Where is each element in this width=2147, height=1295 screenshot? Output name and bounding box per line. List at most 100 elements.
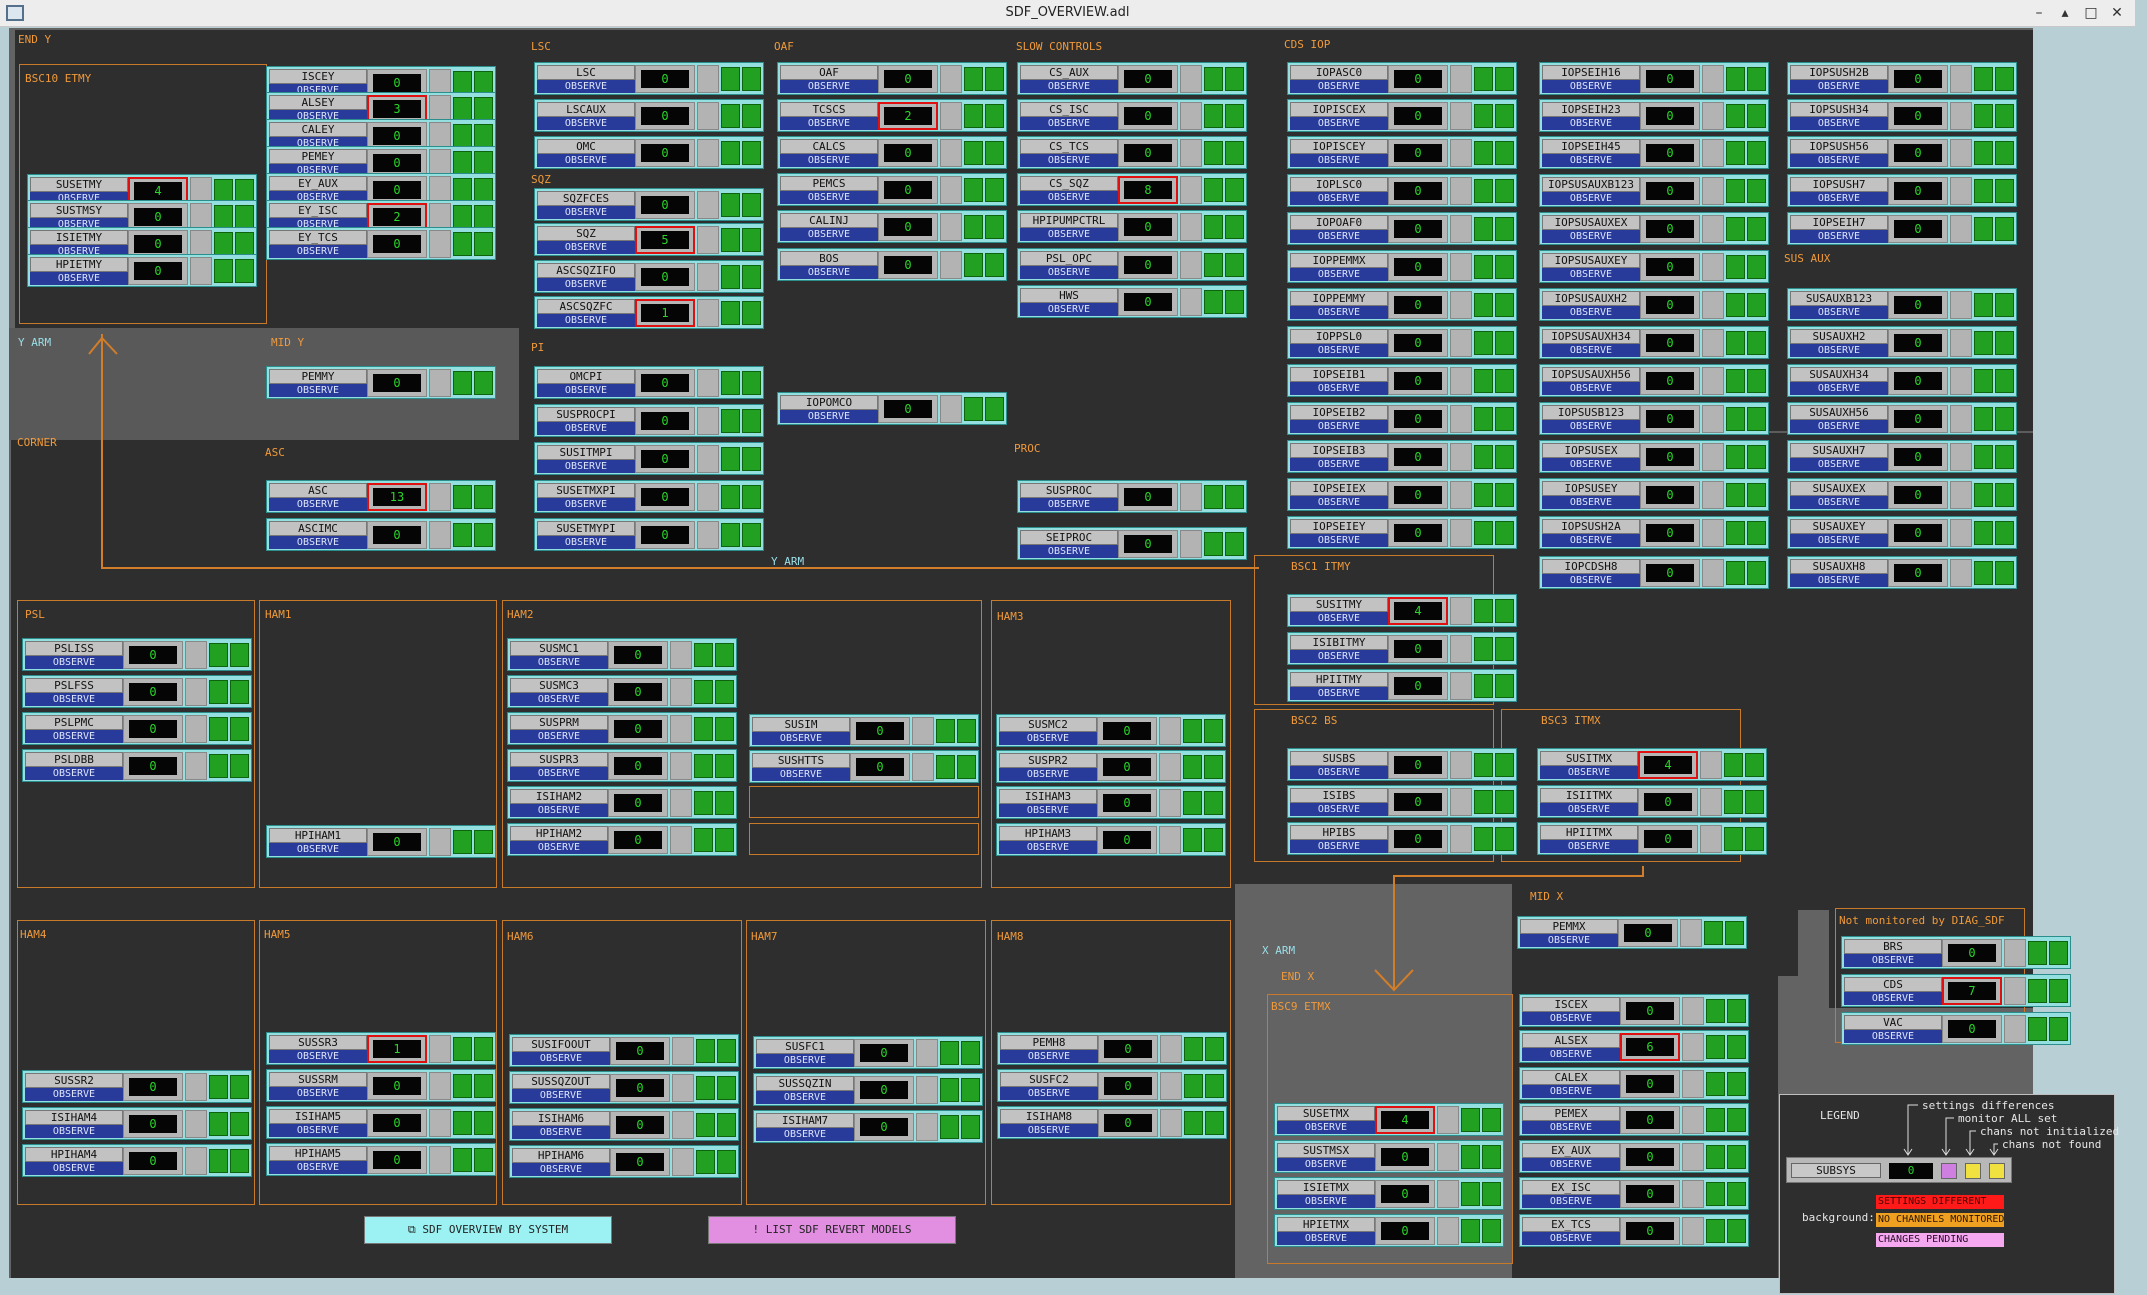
subsystem-name-button[interactable]: ISIHAM5 xyxy=(269,1109,367,1124)
subsystem-name-button[interactable]: CALINJ xyxy=(780,213,878,228)
subsystem-name-button[interactable]: SUSAUXEX xyxy=(1790,481,1888,496)
subsystem-name-button[interactable]: SUSETMX xyxy=(1277,1106,1375,1121)
subsystem-name-button[interactable]: ISIHAM3 xyxy=(999,789,1097,804)
subsystem-name-button[interactable]: CALCS xyxy=(780,139,878,154)
subsystem-name-button[interactable]: EX_ISC xyxy=(1522,1180,1620,1195)
subsystem-name-button[interactable]: BOS xyxy=(780,251,878,266)
subsystem-name-button[interactable]: EY_AUX xyxy=(269,176,367,191)
subsystem-name-button[interactable]: SUSIFOOUT xyxy=(512,1037,610,1052)
subsystem-name-button[interactable]: HPIBS xyxy=(1290,825,1388,840)
subsystem-name-button[interactable]: ISIITMX xyxy=(1540,788,1638,803)
subsystem-name-button[interactable]: HPIHAM5 xyxy=(269,1146,367,1161)
subsystem-name-button[interactable]: SUSAUXH8 xyxy=(1790,559,1888,574)
subsystem-name-button[interactable]: IOPSEIH23 xyxy=(1542,102,1640,117)
subsystem-name-button[interactable]: ALSEX xyxy=(1522,1033,1620,1048)
subsystem-name-button[interactable]: IOPSUSEY xyxy=(1542,481,1640,496)
subsystem-name-button[interactable]: CS_TCS xyxy=(1020,139,1118,154)
subsystem-name-button[interactable]: CS_AUX xyxy=(1020,65,1118,80)
subsystem-name-button[interactable]: IOPISCEY xyxy=(1290,139,1388,154)
subsystem-name-button[interactable]: IOPSEIEY xyxy=(1290,519,1388,534)
subsystem-name-button[interactable]: SUSITMX xyxy=(1540,751,1638,766)
subsystem-name-button[interactable]: SUSAUXH56 xyxy=(1790,405,1888,420)
subsystem-name-button[interactable]: SUSITMPI xyxy=(537,445,635,460)
subsystem-name-button[interactable]: IOPSEIH7 xyxy=(1790,215,1888,230)
minimize-button[interactable]: – xyxy=(2030,4,2048,22)
subsystem-name-button[interactable]: IOPPSL0 xyxy=(1290,329,1388,344)
subsystem-name-button[interactable]: HPIHAM1 xyxy=(269,828,367,843)
subsystem-name-button[interactable]: IOPSEIB1 xyxy=(1290,367,1388,382)
subsystem-name-button[interactable]: HPIHAM4 xyxy=(25,1147,123,1162)
subsystem-name-button[interactable]: ISIETMY xyxy=(30,230,128,245)
sdf-overview-by-system-button[interactable]: ⧉ SDF OVERVIEW BY SYSTEM xyxy=(364,1216,612,1244)
maximize-button[interactable]: □ xyxy=(2082,4,2100,22)
subsystem-name-button[interactable]: CDS xyxy=(1844,977,1942,992)
subsystem-name-button[interactable]: SUSSR2 xyxy=(25,1073,123,1088)
subsystem-name-button[interactable]: IOPSEIH45 xyxy=(1542,139,1640,154)
subsystem-name-button[interactable]: SUSETMYPI xyxy=(537,521,635,536)
subsystem-name-button[interactable]: ISCEY xyxy=(269,69,367,84)
subsystem-name-button[interactable]: IOPSEIH16 xyxy=(1542,65,1640,80)
subsystem-name-button[interactable]: SUSMC2 xyxy=(999,717,1097,732)
subsystem-name-button[interactable]: SUSAUXH2 xyxy=(1790,329,1888,344)
subsystem-name-button[interactable]: IOPOAF0 xyxy=(1290,215,1388,230)
subsystem-name-button[interactable]: SUSFC1 xyxy=(756,1039,854,1054)
subsystem-name-button[interactable]: PSLISS xyxy=(25,641,123,656)
close-button[interactable]: ✕ xyxy=(2108,4,2126,22)
subsystem-name-button[interactable]: PEMMY xyxy=(269,369,367,384)
subsystem-name-button[interactable]: IOPSUSH56 xyxy=(1790,139,1888,154)
subsystem-name-button[interactable]: EY_TCS xyxy=(269,230,367,245)
subsystem-name-button[interactable]: HPIHAM3 xyxy=(999,826,1097,841)
subsystem-name-button[interactable]: SUSSQZIN xyxy=(756,1076,854,1091)
subsystem-name-button[interactable]: IOPPEMMX xyxy=(1290,253,1388,268)
restore-button[interactable]: ▴ xyxy=(2056,4,2074,22)
subsystem-name-button[interactable]: ASC xyxy=(269,483,367,498)
subsystem-name-button[interactable]: ISIHAM7 xyxy=(756,1113,854,1128)
subsystem-name-button[interactable]: OMCPI xyxy=(537,369,635,384)
subsystem-name-button[interactable]: IOPASC0 xyxy=(1290,65,1388,80)
subsystem-name-button[interactable]: CALEX xyxy=(1522,1070,1620,1085)
subsystem-name-button[interactable]: SUSAUXB123 xyxy=(1790,291,1888,306)
subsystem-name-button[interactable]: ISIHAM4 xyxy=(25,1110,123,1125)
subsystem-name-button[interactable]: SUSSQZOUT xyxy=(512,1074,610,1089)
subsystem-name-button[interactable]: IOPSUSH7 xyxy=(1790,177,1888,192)
subsystem-name-button[interactable]: IOPSUSH34 xyxy=(1790,102,1888,117)
subsystem-name-button[interactable]: ASCIMC xyxy=(269,521,367,536)
subsystem-name-button[interactable]: SUSPROC xyxy=(1020,483,1118,498)
subsystem-name-button[interactable]: SUSETMY xyxy=(30,177,128,192)
subsystem-name-button[interactable]: CS_ISC xyxy=(1020,102,1118,117)
subsystem-name-button[interactable]: SUSAUXH34 xyxy=(1790,367,1888,382)
subsystem-name-button[interactable]: IOPSEIB2 xyxy=(1290,405,1388,420)
subsystem-name-button[interactable]: HPIETMX xyxy=(1277,1217,1375,1232)
subsystem-name-button[interactable]: SUSPRM xyxy=(510,715,608,730)
subsystem-name-button[interactable]: IOPCDSH8 xyxy=(1542,559,1640,574)
window-titlebar[interactable]: SDF_OVERVIEW.adl – ▴ □ ✕ xyxy=(0,0,2135,27)
subsystem-name-button[interactable]: PEMEY xyxy=(269,149,367,164)
subsystem-name-button[interactable]: LSCAUX xyxy=(537,102,635,117)
subsystem-name-button[interactable]: HPIHAM6 xyxy=(512,1148,610,1163)
subsystem-name-button[interactable]: ALSEY xyxy=(269,95,367,110)
subsystem-name-button[interactable]: SUSPR2 xyxy=(999,753,1097,768)
subsystem-name-button[interactable]: ASCSQZIFO xyxy=(537,263,635,278)
subsystem-name-button[interactable]: HPIITMX xyxy=(1540,825,1638,840)
subsystem-name-button[interactable]: PSLDBB xyxy=(25,752,123,767)
subsystem-name-button[interactable]: SQZ xyxy=(537,226,635,241)
subsystem-name-button[interactable]: VAC xyxy=(1844,1015,1942,1030)
subsystem-name-button[interactable]: SUSHTTS xyxy=(752,753,850,768)
subsystem-name-button[interactable]: ISIHAM6 xyxy=(512,1111,610,1126)
subsystem-name-button[interactable]: HPIPUMPCTRL xyxy=(1020,213,1118,228)
subsystem-name-button[interactable]: IOPSEIB3 xyxy=(1290,443,1388,458)
subsystem-name-button[interactable]: IOPSUSH2A xyxy=(1542,519,1640,534)
subsystem-name-button[interactable]: ASCSQZFC xyxy=(537,299,635,314)
subsystem-name-button[interactable]: EX_AUX xyxy=(1522,1143,1620,1158)
subsystem-name-button[interactable]: SUSSR3 xyxy=(269,1035,367,1050)
subsystem-name-button[interactable]: PEMMX xyxy=(1520,919,1618,934)
subsystem-name-button[interactable]: SUSFC2 xyxy=(1000,1072,1098,1087)
list-sdf-revert-models-button[interactable]: ! LIST SDF REVERT MODELS xyxy=(708,1216,956,1244)
subsystem-name-button[interactable]: IOPPEMMY xyxy=(1290,291,1388,306)
subsystem-name-button[interactable]: IOPSUSAUXH2 xyxy=(1542,291,1640,306)
subsystem-name-button[interactable]: ISIBITMY xyxy=(1290,635,1388,650)
subsystem-name-button[interactable]: IOPSUSB123 xyxy=(1542,405,1640,420)
subsystem-name-button[interactable]: SUSMC1 xyxy=(510,641,608,656)
subsystem-name-button[interactable]: SUSSRM xyxy=(269,1072,367,1087)
subsystem-name-button[interactable]: SUSPR3 xyxy=(510,752,608,767)
